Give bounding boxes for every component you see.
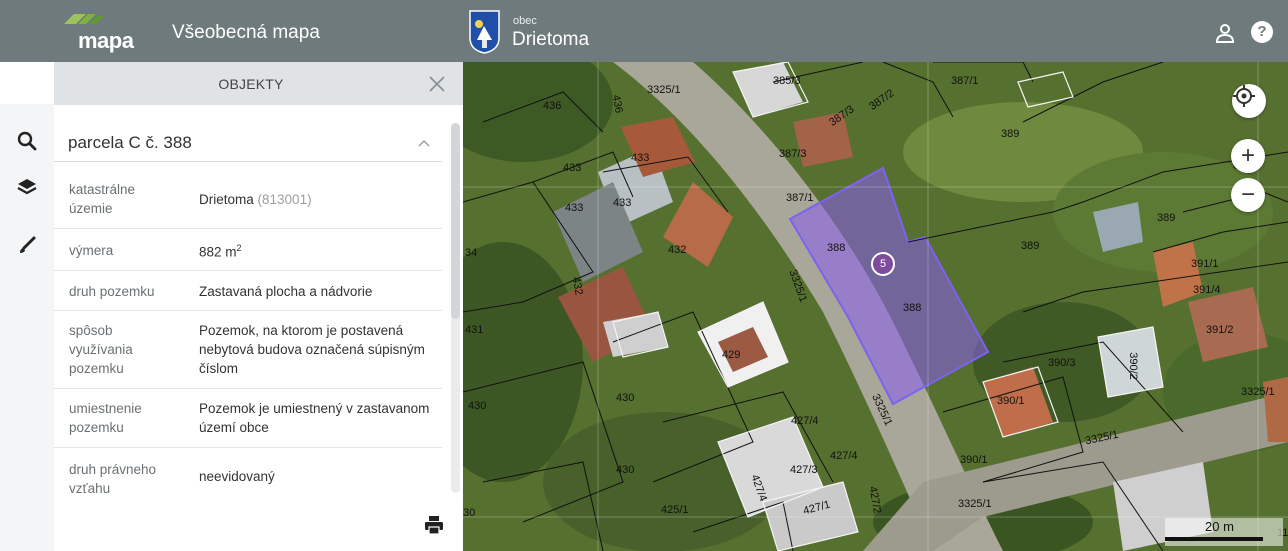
attribute-label: druh pozemku xyxy=(69,284,155,299)
attribute-label: umiestnenie pozemku xyxy=(69,401,142,435)
parcel-label: 390/3 xyxy=(1048,357,1076,369)
parcel-label: 429 xyxy=(722,349,741,361)
parcel-label: 432 xyxy=(668,244,687,256)
parcel-label: 385/3 xyxy=(773,75,801,87)
parcel-label: 430 xyxy=(616,464,635,476)
parcel-label: 436 xyxy=(543,100,562,112)
scale-bar: 20 m xyxy=(1165,518,1283,546)
parcel-label: 3325/1 xyxy=(647,84,681,96)
parcel-label: 388 xyxy=(827,242,846,254)
attribute-row-area: výmera 882 m2 xyxy=(54,229,442,271)
parcel-label: 390/1 xyxy=(960,454,988,466)
parcel-label: 389 xyxy=(1021,240,1040,252)
area-unit-exponent: 2 xyxy=(236,243,242,253)
locate-icon[interactable] xyxy=(1232,84,1266,118)
attribute-value: neevidovaný xyxy=(199,469,275,484)
parcel-label: 425/1 xyxy=(661,504,689,516)
attribute-table: katastrálne územie Drietoma (813001) vým… xyxy=(54,163,442,498)
attribute-label: výmera xyxy=(69,243,114,258)
scale-line xyxy=(1165,537,1263,541)
logo-graphic xyxy=(64,14,104,24)
parcel-label: 430 xyxy=(468,400,487,412)
parcel-label: 387/3 xyxy=(779,148,807,160)
parcel-label: 387/1 xyxy=(951,75,979,87)
help-icon[interactable]: ? xyxy=(1251,21,1273,43)
close-icon[interactable] xyxy=(426,73,448,95)
parcel-label: 391/1 xyxy=(1191,258,1219,270)
attribute-row-land-type: druh pozemku Zastavaná plocha a nádvorie xyxy=(54,271,442,311)
attribute-label: spôsob využívania pozemku xyxy=(69,323,133,376)
parcel-label: 3325/1 xyxy=(1241,386,1275,398)
attribute-row-legal-relation: druh právneho vzťahu neevidovaný xyxy=(54,448,442,498)
parcel-label: 30 xyxy=(463,507,476,519)
parcel-label: 3325/1 xyxy=(958,498,992,510)
cadastral-area-name: Drietoma xyxy=(199,192,254,207)
parcel-label: 390/2 xyxy=(1126,352,1139,380)
parcel-label: 389 xyxy=(1157,212,1176,224)
attribute-row-cadastral-area: katastrálne územie Drietoma (813001) xyxy=(54,163,442,229)
objects-panel: OBJEKTY parcela C č. 388 katastrálne úze… xyxy=(54,62,463,551)
top-bar: mapa Všeobecná mapa obec Drietoma ? xyxy=(0,0,1288,62)
parcel-label: 427/4 xyxy=(830,450,858,462)
scale-label: 20 m xyxy=(1205,519,1234,534)
area-value: 882 m xyxy=(199,244,237,260)
orthophoto-map xyxy=(463,62,1288,551)
parcel-title: parcela C č. 388 xyxy=(68,133,192,152)
print-icon[interactable] xyxy=(423,514,445,536)
search-icon[interactable] xyxy=(14,128,40,154)
parcel-label: 390/1 xyxy=(997,395,1025,407)
municipality-label: obec xyxy=(513,15,537,27)
parcel-label: 388 xyxy=(903,302,922,314)
brush-icon[interactable] xyxy=(14,232,40,258)
user-icon[interactable] xyxy=(1214,22,1236,44)
parcel-label: 431 xyxy=(465,324,484,336)
app-title: Všeobecná mapa xyxy=(172,22,320,43)
parcel-label: 389 xyxy=(1001,128,1020,140)
attribute-value: Drietoma (813001) xyxy=(199,190,439,209)
layers-icon[interactable] xyxy=(14,174,40,200)
parcel-label: 433 xyxy=(613,197,632,209)
panel-title: OBJEKTY xyxy=(218,76,284,92)
parcel-label: 387/1 xyxy=(786,192,814,204)
parcel-label: 391/2 xyxy=(1206,324,1234,336)
parcel-label: 34 xyxy=(465,247,478,259)
map-view[interactable]: 385/3 387/1 387/2 387/3 436 436 3325/1 4… xyxy=(463,62,1288,551)
parcel-label: 427/4 xyxy=(791,415,819,427)
attribute-value: Pozemok je umiestnený v zastavanom území… xyxy=(199,401,430,435)
app-logo[interactable]: mapa xyxy=(62,10,142,54)
logo-text: mapa xyxy=(78,28,134,53)
parcel-label: 430 xyxy=(616,392,635,404)
tool-column-header xyxy=(0,62,54,104)
attribute-row-location: umiestnenie pozemku Pozemok je umiestnen… xyxy=(54,389,442,448)
cadastral-area-code: (813001) xyxy=(257,192,312,207)
panel-header: OBJEKTY xyxy=(54,62,463,105)
parcel-label: 433 xyxy=(565,202,584,214)
coat-of-arms-icon xyxy=(469,10,500,54)
scrollbar-thumb[interactable] xyxy=(451,123,460,319)
parcel-header[interactable]: parcela C č. 388 xyxy=(54,124,442,162)
attribute-value: 882 m2 xyxy=(199,239,439,262)
municipality-name: Drietoma xyxy=(512,29,590,50)
selection-marker[interactable]: 5 xyxy=(871,252,895,276)
parcel-label: 433 xyxy=(631,152,650,164)
zoom-out-button[interactable]: − xyxy=(1231,178,1265,212)
attribute-label: katastrálne územie xyxy=(69,182,136,216)
parcel-label: 391/4 xyxy=(1193,284,1221,296)
attribute-value: Pozemok, na ktorom je postavená nebytová… xyxy=(199,323,425,376)
panel-scrollbar[interactable] xyxy=(451,123,460,493)
parcel-label: 433 xyxy=(563,162,582,174)
attribute-value: Zastavaná plocha a nádvorie xyxy=(199,284,373,299)
parcel-label: 427/3 xyxy=(790,464,818,476)
attribute-label: druh právneho vzťahu xyxy=(69,462,157,496)
chevron-up-icon[interactable] xyxy=(416,136,432,150)
attribute-row-usage: spôsob využívania pozemku Pozemok, na kt… xyxy=(54,311,442,389)
zoom-in-button[interactable]: + xyxy=(1231,139,1265,173)
